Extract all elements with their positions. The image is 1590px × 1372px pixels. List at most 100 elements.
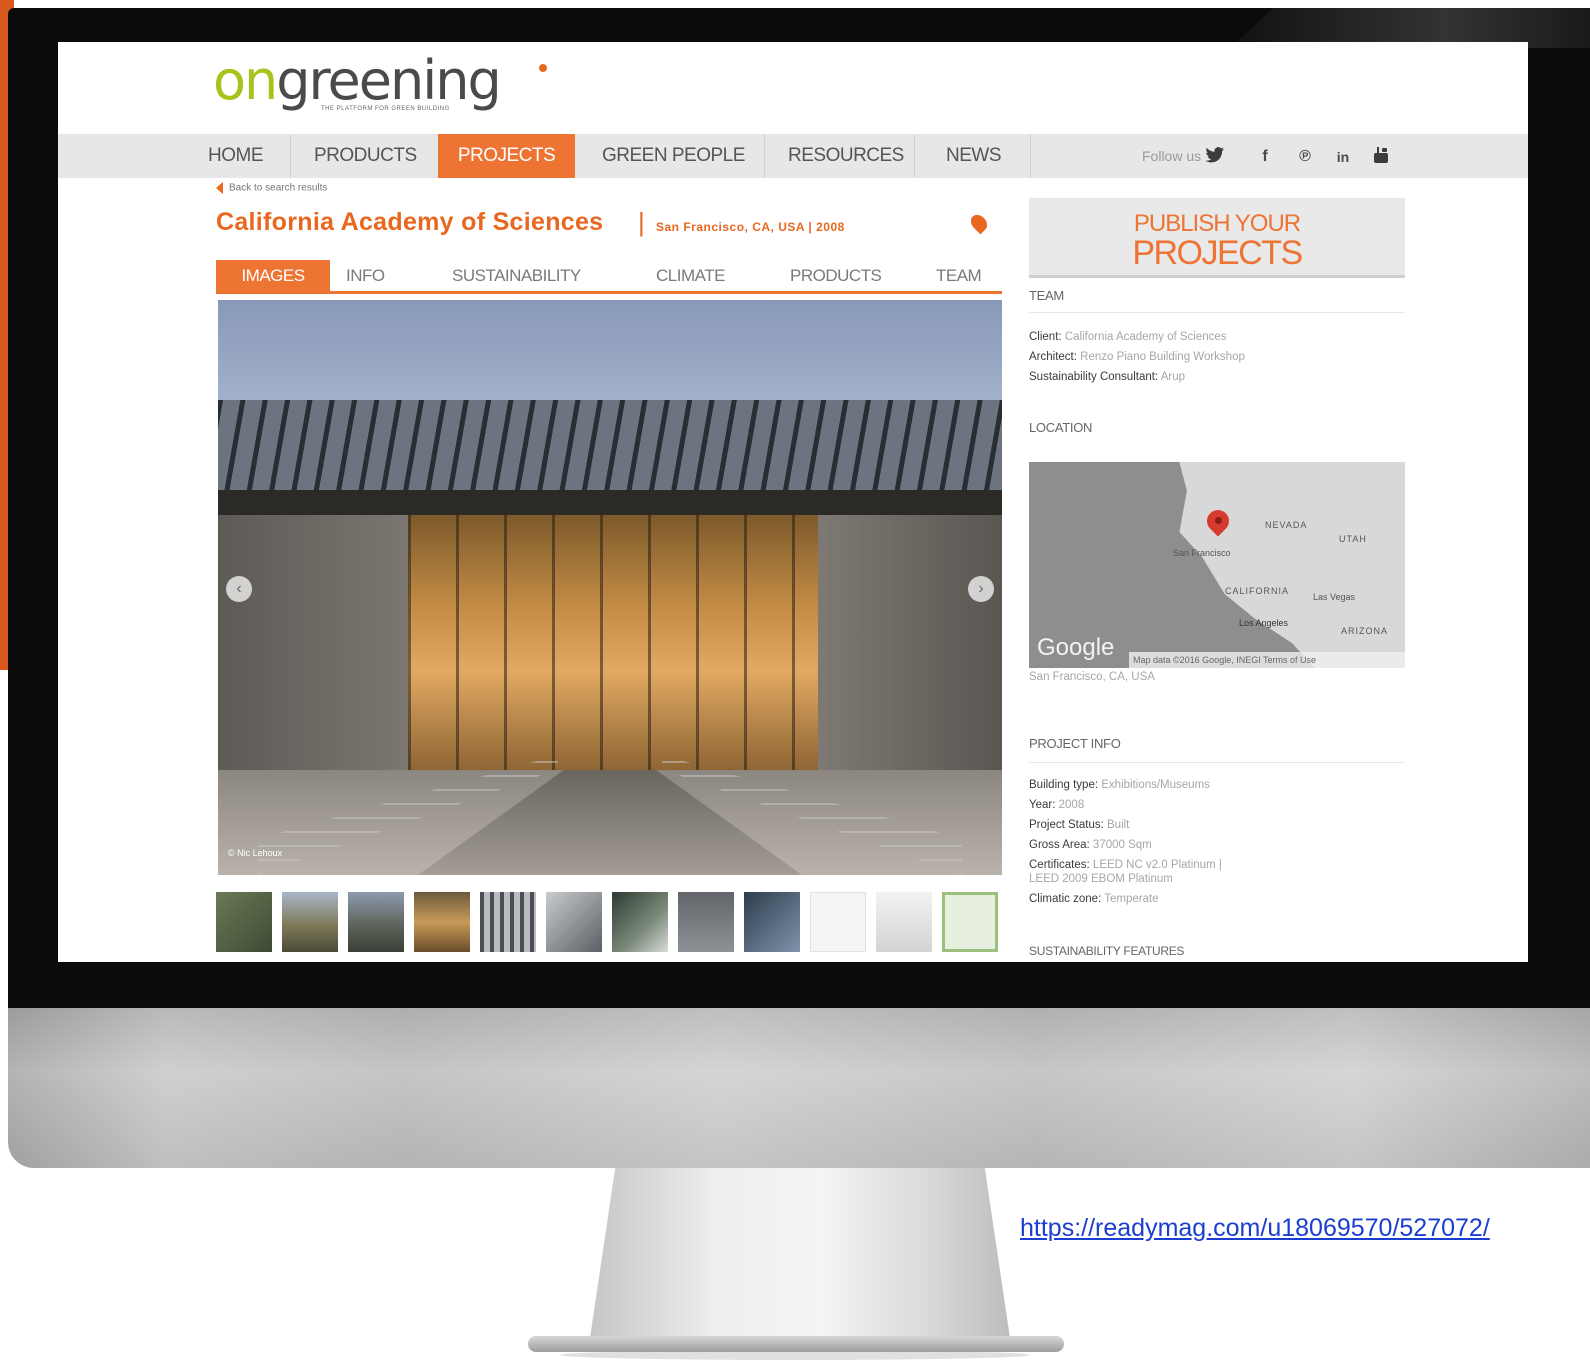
thumbnail[interactable] <box>546 892 602 952</box>
thumbnail[interactable] <box>744 892 800 952</box>
twitter-icon[interactable] <box>1204 146 1226 168</box>
map-label: Los Angeles <box>1239 618 1289 628</box>
hero-sky <box>218 300 1002 410</box>
info-key: Gross Area: <box>1029 839 1090 851</box>
logo-tagline: THE PLATFORM FOR GREEN BUILDING <box>321 106 450 112</box>
website-screen: ongreening THE PLATFORM FOR GREEN BUILDI… <box>58 42 1528 962</box>
follow-us-label: Follow us <box>1142 148 1202 164</box>
thumbnail-strip <box>216 892 1002 954</box>
location-pin-icon[interactable] <box>967 211 991 235</box>
thumbnail[interactable] <box>678 892 734 952</box>
monitor-stand-neck <box>590 1168 1010 1338</box>
map-label: San Francisco <box>1173 548 1231 558</box>
title-separator: | <box>638 207 645 237</box>
team-key: Sustainability Consultant: <box>1029 371 1159 383</box>
info-key: Project Status: <box>1029 819 1104 831</box>
info-value: 2008 <box>1058 799 1085 811</box>
nav-green-people[interactable]: GREEN PEOPLE <box>602 134 752 178</box>
team-value[interactable]: California Academy of Sciences <box>1065 331 1227 343</box>
info-value[interactable]: LEED NC v2.0 Platinum | <box>1093 859 1222 871</box>
site-logo[interactable]: ongreening THE PLATFORM FOR GREEN BUILDI… <box>213 48 553 126</box>
project-location-year: San Francisco, CA, USA | 2008 <box>656 220 845 234</box>
sustainability-heading: SUSTAINABILITY FEATURES <box>1029 944 1185 958</box>
thumbnail[interactable] <box>810 892 866 952</box>
info-key: Year: <box>1029 799 1056 811</box>
map-label: NEVADA <box>1265 520 1308 530</box>
tab-climate[interactable]: CLIMATE <box>656 260 725 292</box>
project-title: California Academy of Sciences <box>216 208 604 236</box>
thumbnail[interactable] <box>414 892 470 952</box>
team-key: Client: <box>1029 331 1062 343</box>
nav-divider <box>290 134 291 178</box>
hero-image[interactable]: ‹ › © Nic Lehoux <box>218 300 1002 875</box>
info-key: Building type: <box>1029 779 1099 791</box>
tab-products[interactable]: PRODUCTS <box>790 260 882 292</box>
info-value[interactable]: Exhibitions/Museums <box>1101 779 1210 791</box>
logo-dot-icon <box>539 64 547 72</box>
map-label: CALIFORNIA <box>1225 586 1290 596</box>
nav-home[interactable]: HOME <box>208 134 278 178</box>
info-status: Project Status: Built <box>1029 818 1129 833</box>
team-value[interactable]: Arup <box>1161 371 1185 383</box>
logo-wordmark: ongreening <box>213 48 502 114</box>
nav-products[interactable]: PRODUCTS <box>314 134 424 178</box>
thumbnail[interactable] <box>480 892 536 952</box>
publish-projects-button[interactable]: PUBLISH YOUR PROJECTS <box>1029 198 1405 278</box>
linkedin-icon[interactable]: in <box>1332 146 1354 168</box>
nav-resources[interactable]: RESOURCES <box>788 134 908 178</box>
logo-on-text: on <box>213 49 278 112</box>
back-arrow-icon <box>216 182 223 194</box>
team-key: Architect: <box>1029 351 1077 363</box>
info-climatic-zone: Climatic zone: Temperate <box>1029 892 1159 907</box>
facebook-icon[interactable]: f <box>1254 146 1276 168</box>
info-certificates-cont: LEED 2009 EBOM Platinum <box>1029 872 1173 887</box>
thumbnail[interactable] <box>216 892 272 952</box>
sidebar: PUBLISH YOUR PROJECTS TEAM Client: Calif… <box>1029 192 1406 962</box>
info-year: Year: 2008 <box>1029 798 1084 813</box>
team-value[interactable]: Renzo Piano Building Workshop <box>1080 351 1245 363</box>
next-image-button[interactable]: › <box>968 576 994 602</box>
map-label: ARIZONA <box>1341 626 1389 636</box>
back-to-results-link[interactable]: Back to search results <box>216 182 327 194</box>
info-value[interactable]: LEED 2009 EBOM Platinum <box>1029 873 1173 885</box>
nav-divider <box>764 134 765 178</box>
map-attribution[interactable]: Map data ©2016 Google, INEGI Terms of Us… <box>1129 652 1405 668</box>
pinterest-icon[interactable]: ℗ <box>1294 146 1316 168</box>
thumbnail[interactable] <box>876 892 932 952</box>
info-value: 37000 Sqm <box>1092 839 1152 851</box>
monitor-chin-shade <box>8 1008 1590 1168</box>
prev-image-button[interactable]: ‹ <box>226 576 252 602</box>
info-building-type: Building type: Exhibitions/Museums <box>1029 778 1210 793</box>
tab-images[interactable]: IMAGES <box>216 260 330 292</box>
nav-projects[interactable]: PROJECTS <box>438 134 575 178</box>
project-tabs: IMAGES INFO SUSTAINABILITY CLIMATE PRODU… <box>216 260 1002 294</box>
monitor-stand-foot <box>528 1336 1064 1352</box>
info-key: Climatic zone: <box>1029 893 1102 905</box>
location-map[interactable]: NEVADA UTAH San Francisco CALIFORNIA Las… <box>1029 462 1405 668</box>
source-url-link[interactable]: https://readymag.com/u18069570/527072/ <box>1020 1214 1490 1243</box>
hero-glass-mullions <box>408 515 818 775</box>
google-logo: Google <box>1037 634 1115 661</box>
location-text: San Francisco, CA, USA <box>1029 670 1155 685</box>
youtube-icon[interactable] <box>1370 146 1392 168</box>
thumbnail[interactable] <box>282 892 338 952</box>
tab-sustainability[interactable]: SUSTAINABILITY <box>452 260 581 292</box>
team-heading: TEAM <box>1029 288 1064 303</box>
divider <box>1029 312 1405 313</box>
thumbnail[interactable] <box>612 892 668 952</box>
stage: https://readymag.com/u18069570/527072/ o… <box>0 0 1590 1372</box>
map-label: UTAH <box>1339 534 1367 544</box>
team-architect: Architect: Renzo Piano Building Workshop <box>1029 350 1245 365</box>
main-nav: HOME PRODUCTS PROJECTS GREEN PEOPLE RESO… <box>58 134 1528 178</box>
thumbnail[interactable] <box>348 892 404 952</box>
thumbnail[interactable] <box>942 892 998 952</box>
project-info-heading: PROJECT INFO <box>1029 736 1121 751</box>
tab-info[interactable]: INFO <box>346 260 385 292</box>
nav-news[interactable]: NEWS <box>946 134 1006 178</box>
info-value[interactable]: Temperate <box>1104 893 1158 905</box>
info-gross-area: Gross Area: 37000 Sqm <box>1029 838 1152 853</box>
location-heading: LOCATION <box>1029 420 1093 435</box>
tab-team[interactable]: TEAM <box>936 260 982 292</box>
photo-credit: © Nic Lehoux <box>228 848 283 858</box>
nav-divider <box>914 134 915 178</box>
